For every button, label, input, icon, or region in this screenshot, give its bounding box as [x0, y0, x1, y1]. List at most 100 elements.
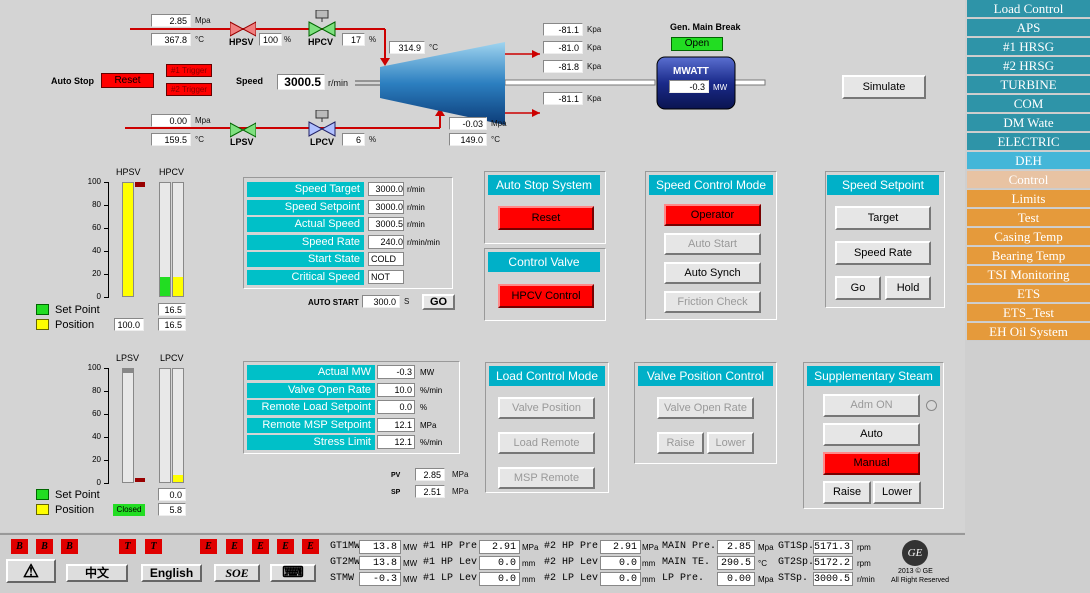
auto-start-button[interactable]: Auto Start: [664, 233, 761, 255]
msp-remote-button[interactable]: MSP Remote: [498, 467, 595, 489]
position-legend-swatch: [36, 319, 49, 330]
valve-lower-button[interactable]: Lower: [707, 432, 754, 454]
status-unit: MPa: [642, 543, 659, 552]
auto-stop-system-reset-button[interactable]: Reset: [498, 206, 594, 230]
lpcv-pct-unit: %: [369, 135, 377, 144]
breaker-state: Open: [671, 37, 723, 51]
load-control-mode-title: Load Control Mode: [489, 366, 605, 386]
supp-lower-button[interactable]: Lower: [873, 481, 921, 504]
hpcv-bar-pos: [172, 182, 184, 297]
status-label: STMW: [330, 573, 355, 584]
alarm-indicator[interactable]: E: [302, 539, 319, 554]
valve-position-button[interactable]: Valve Position: [498, 397, 595, 419]
speed-table-value: NOT: [368, 269, 404, 284]
kpa-unit-2: Kpa: [587, 43, 602, 52]
soe-button[interactable]: SOE: [214, 564, 260, 582]
speed-table-label: Speed Target: [247, 182, 364, 197]
chinese-language-button[interactable]: 中文: [66, 564, 128, 582]
hp-temp-unit: °C: [195, 35, 204, 44]
auto-synch-button[interactable]: Auto Synch: [664, 262, 761, 284]
status-label: MAIN TE.: [662, 557, 711, 568]
kpa-unit-1: Kpa: [587, 25, 602, 34]
warning-icon[interactable]: ⚠: [6, 559, 56, 583]
lpcv-valve-icon[interactable]: [307, 110, 337, 140]
sidebar-item-dm-wate[interactable]: DM Wate: [967, 114, 1090, 132]
generator-mw: -0.3: [669, 80, 709, 93]
hpcv-position-value: 16.5: [158, 318, 186, 331]
sidebar-item-tsi-monitoring[interactable]: TSI Monitoring: [967, 266, 1090, 284]
alarm-indicator[interactable]: B: [61, 539, 78, 554]
sidebar-item-com[interactable]: COM: [967, 95, 1090, 113]
copyright: 2013 © GE: [898, 568, 933, 575]
lpcv-pct: 6: [342, 133, 365, 146]
alarm-indicator[interactable]: E: [200, 539, 217, 554]
alarm-indicator[interactable]: B: [36, 539, 53, 554]
supp-manual-button[interactable]: Manual: [823, 452, 920, 475]
sidebar-item-eh-oil-system[interactable]: EH Oil System: [967, 323, 1090, 341]
sidebar-item-bearing-temp[interactable]: Bearing Temp: [967, 247, 1090, 265]
target-button[interactable]: Target: [835, 206, 931, 230]
alarm-indicator[interactable]: T: [145, 539, 162, 554]
generator-mw-unit: MW: [713, 83, 728, 92]
auto-start-go-button[interactable]: GO: [422, 294, 455, 310]
alarm-indicator[interactable]: B: [11, 539, 28, 554]
alarm-indicator[interactable]: E: [226, 539, 243, 554]
auto-start-value[interactable]: 300.0: [362, 295, 400, 308]
hpcv-valve-icon[interactable]: [307, 10, 337, 40]
status-unit: r/min: [857, 575, 875, 584]
hp-tick-label: 80: [92, 200, 101, 209]
lpsv-top-marker: [123, 369, 133, 373]
friction-check-button[interactable]: Friction Check: [664, 291, 761, 313]
supp-raise-button[interactable]: Raise: [823, 481, 871, 504]
auto-stop-reset-button[interactable]: Reset: [101, 73, 154, 88]
speed-table-unit: r/min: [407, 185, 425, 194]
adm-on-button[interactable]: Adm ON: [823, 394, 920, 417]
status-unit: mm: [522, 575, 536, 584]
sidebar-item-load-control[interactable]: Load Control: [967, 0, 1090, 18]
lpcv-bar-sp: [159, 368, 171, 483]
setpoint-go-button[interactable]: Go: [835, 276, 881, 300]
alarm-indicator[interactable]: E: [277, 539, 294, 554]
load-table-unit: %/min: [420, 438, 443, 447]
status-label: GT2Sp.: [778, 557, 815, 568]
hpsv-valve-icon[interactable]: [230, 20, 256, 38]
turbine-inlet-temp: 314.9: [389, 41, 425, 54]
auto-start-unit: S: [404, 297, 410, 306]
hp-tick-label: 40: [92, 246, 101, 255]
sidebar-item-limits[interactable]: Limits: [967, 190, 1090, 208]
sidebar-item--2-hrsg[interactable]: #2 HRSG: [967, 57, 1090, 75]
sidebar-item-casing-temp[interactable]: Casing Temp: [967, 228, 1090, 246]
alarm-indicator[interactable]: T: [119, 539, 136, 554]
sidebar-item-test[interactable]: Test: [967, 209, 1090, 227]
simulate-button[interactable]: Simulate: [842, 75, 926, 99]
keyboard-icon[interactable]: ⌨: [270, 564, 316, 582]
hpcv-label: HPCV: [308, 37, 334, 47]
load-remote-button[interactable]: Load Remote: [498, 432, 595, 454]
sidebar-item--1-hrsg[interactable]: #1 HRSG: [967, 38, 1090, 56]
sidebar-item-electric[interactable]: ELECTRIC: [967, 133, 1090, 151]
adm-indicator-light: [926, 400, 937, 411]
sidebar-item-ets-test[interactable]: ETS_Test: [967, 304, 1090, 322]
status-label: #2 LP Lev.: [544, 573, 605, 584]
english-language-button[interactable]: English: [141, 564, 202, 582]
alarm-indicator[interactable]: E: [252, 539, 269, 554]
sidebar-item-control[interactable]: Control: [967, 171, 1090, 189]
hpsv-pct-unit: %: [284, 35, 292, 44]
sidebar-item-aps[interactable]: APS: [967, 19, 1090, 37]
sidebar-item-ets[interactable]: ETS: [967, 285, 1090, 303]
load-table-value: 0.0: [377, 400, 415, 414]
hold-button[interactable]: Hold: [885, 276, 931, 300]
hpcv-control-button[interactable]: HPCV Control: [498, 284, 594, 308]
ge-logo: GE: [902, 540, 928, 566]
speed-rate-button[interactable]: Speed Rate: [835, 241, 931, 265]
load-table-unit: MPa: [420, 420, 437, 430]
sidebar-item-deh[interactable]: DEH: [967, 152, 1090, 170]
ip-temp: 149.0: [449, 133, 487, 146]
valve-raise-button[interactable]: Raise: [657, 432, 704, 454]
operator-button[interactable]: Operator: [664, 204, 761, 226]
valve-open-rate-button[interactable]: Valve Open Rate: [657, 397, 754, 419]
supp-auto-button[interactable]: Auto: [823, 423, 920, 446]
sidebar-item-turbine[interactable]: TURBINE: [967, 76, 1090, 94]
lp-axis: [108, 368, 109, 483]
hp-position-label: Position: [55, 319, 95, 331]
